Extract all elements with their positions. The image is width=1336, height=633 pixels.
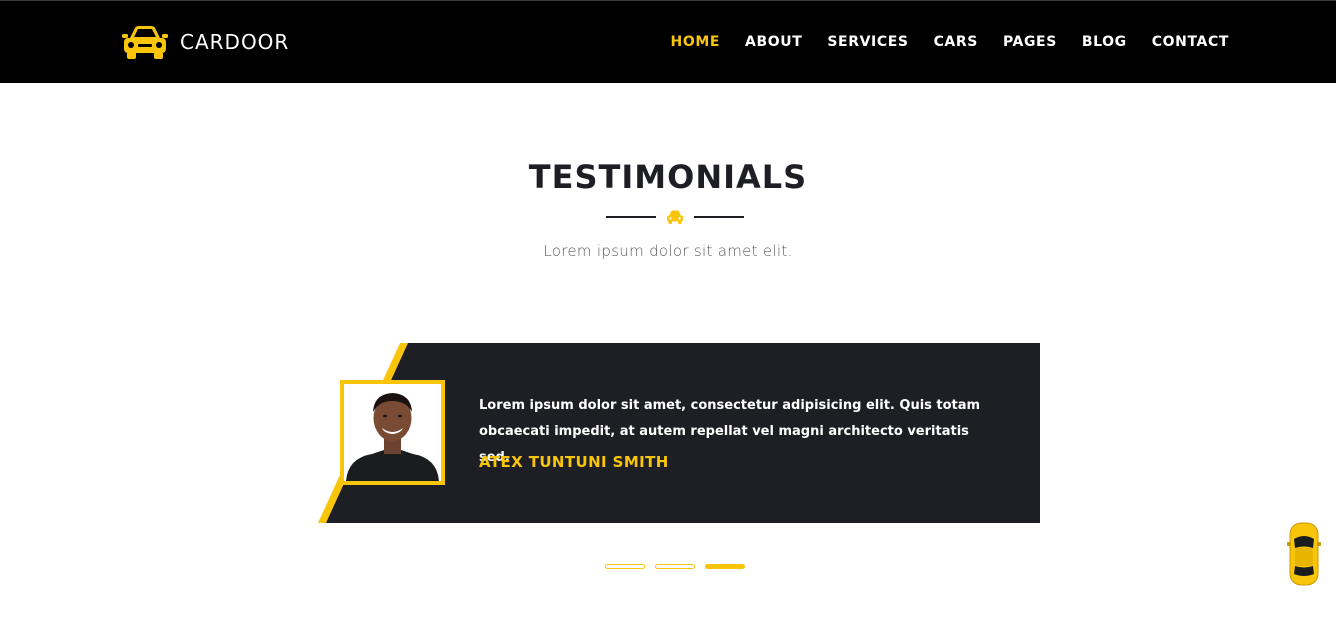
carousel-dot-2[interactable] [655,564,695,569]
car-front-icon [122,26,168,59]
nav-pages[interactable]: PAGES [1003,32,1057,52]
nav-contact[interactable]: CONTACT [1152,32,1229,52]
testimonial-card: Lorem ipsum dolor sit amet, consectetur … [318,343,1040,523]
title-divider [606,207,744,227]
car-icon [667,210,683,224]
back-to-top-button[interactable] [1287,521,1321,587]
site-header: CARDOOR HOME ABOUT SERVICES CARS PAGES B… [0,0,1336,83]
divider-line-left [606,216,656,218]
nav-home[interactable]: HOME [671,32,721,52]
nav-blog[interactable]: BLOG [1082,32,1127,52]
avatar [340,380,445,485]
carousel-dot-1[interactable] [605,564,645,569]
person-photo [344,384,441,481]
nav-services[interactable]: SERVICES [827,32,908,52]
nav-about[interactable]: ABOUT [745,32,802,52]
divider-line-right [694,216,744,218]
main-nav: HOME ABOUT SERVICES CARS PAGES BLOG CONT… [671,32,1229,52]
brand-name: CARDOOR [180,30,290,54]
testimonial-author: ATEX TUNTUNI SMITH [479,453,669,471]
brand-logo[interactable]: CARDOOR [120,22,289,62]
section-title: TESTIMONIALS [528,158,808,196]
nav-cars[interactable]: CARS [934,32,978,52]
carousel-pagination [605,564,745,569]
section-subtitle: Lorem ipsum dolor sit amet elit. [543,242,793,260]
carousel-dot-3[interactable] [705,564,745,569]
car-top-view-icon [1287,522,1321,586]
